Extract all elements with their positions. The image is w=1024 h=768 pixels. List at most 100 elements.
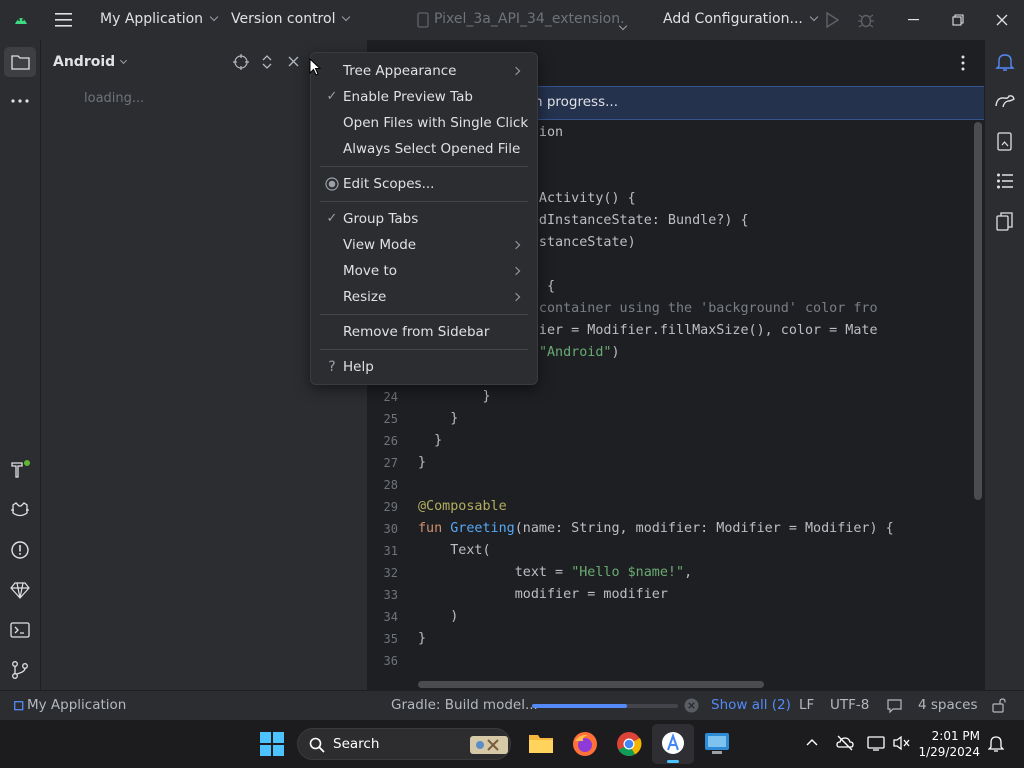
run-config-selector[interactable]: Add Configuration... (663, 11, 819, 27)
line-number: 33 (383, 588, 398, 602)
chevron-down-icon (209, 12, 219, 22)
android-studio-icon (661, 731, 685, 755)
menu-item-open-files-single-click[interactable]: Open Files with Single Click (317, 110, 531, 136)
menu-item-help[interactable]: ? Help (317, 354, 531, 380)
menu-separator (320, 314, 528, 315)
code-line: } (418, 631, 427, 646)
menu-item-label: Move to (343, 263, 398, 279)
chevron-right-icon (511, 292, 521, 302)
android-studio-taskbar-button[interactable] (652, 724, 694, 764)
run-icon[interactable] (825, 12, 839, 28)
locate-file-icon[interactable] (233, 54, 249, 70)
inspection-widget-icon[interactable] (887, 699, 902, 713)
code-line: @Composable (418, 499, 507, 514)
run-config-label: Add Configuration... (663, 11, 803, 27)
gradle-icon[interactable] (994, 92, 1016, 110)
version-control-icon[interactable] (11, 660, 29, 680)
logcat-icon[interactable] (10, 501, 30, 519)
vertical-scrollbar[interactable] (974, 122, 982, 500)
line-number: 36 (383, 654, 398, 668)
status-project-name[interactable]: My Application (27, 697, 126, 713)
hide-panel-icon[interactable] (288, 56, 299, 67)
chevron-right-icon (511, 266, 521, 276)
expand-collapse-icon[interactable] (261, 54, 273, 70)
menu-item-move-to[interactable]: Move to (317, 258, 531, 284)
system-clock[interactable]: 2:01 PM 1/29/2024 (918, 728, 980, 760)
title-bar: My Application Version control Pixel_3a_… (0, 0, 1024, 40)
menu-item-label: Always Select Opened File (343, 141, 521, 157)
loading-text: loading... (84, 91, 145, 106)
menu-item-group-tabs[interactable]: ✓ Group Tabs (317, 206, 531, 232)
taskbar-search-box[interactable]: Search (297, 728, 511, 760)
volume-muted-icon[interactable] (893, 735, 911, 751)
code-line: text = "Hello $name!", (418, 565, 693, 580)
network-icon[interactable] (867, 735, 885, 751)
file-explorer-icon[interactable] (528, 732, 554, 754)
device-selector[interactable]: Pixel_3a_API_34_extension... (434, 11, 624, 27)
scope-icon (324, 171, 340, 191)
problems-icon[interactable] (10, 540, 30, 560)
project-view-selector[interactable]: Android (53, 54, 128, 70)
structure-icon[interactable] (996, 172, 1014, 190)
line-number: 25 (383, 412, 398, 426)
more-tools-icon[interactable] (11, 99, 29, 103)
menu-item-tree-appearance[interactable]: Tree Appearance (317, 58, 531, 84)
app-quality-insights-icon[interactable] (10, 581, 30, 599)
clock-time: 2:01 PM (931, 729, 980, 743)
main-menu-icon[interactable] (55, 12, 73, 28)
search-label: Search (333, 736, 380, 752)
menu-item-enable-preview-tab[interactable]: ✓ Enable Preview Tab (317, 84, 531, 110)
cancel-task-icon[interactable] (684, 698, 699, 713)
menu-item-label: View Mode (343, 237, 417, 253)
chrome-icon[interactable] (616, 731, 642, 757)
vcs-selector[interactable]: Version control (231, 11, 351, 27)
menu-item-edit-scopes[interactable]: Edit Scopes... (317, 171, 531, 197)
menu-item-label: Remove from Sidebar (343, 324, 490, 340)
horizontal-scrollbar[interactable] (418, 681, 764, 688)
menu-item-resize[interactable]: Resize (317, 284, 531, 310)
close-window-icon[interactable] (996, 14, 1008, 26)
menu-separator (320, 166, 528, 167)
menu-item-label: Resize (343, 289, 387, 305)
device-manager-icon[interactable] (996, 132, 1014, 152)
start-button-icon[interactable] (260, 732, 284, 756)
notifications-icon[interactable] (995, 52, 1015, 72)
read-only-toggle-icon[interactable] (992, 698, 1006, 713)
running-devices-icon[interactable] (996, 212, 1014, 232)
remote-desktop-icon[interactable] (704, 732, 730, 756)
code-line: fun Greeting(name: String, modifier: Mod… (418, 521, 894, 536)
terminal-icon[interactable] (10, 621, 30, 639)
chevron-right-icon (511, 66, 521, 76)
line-number: 27 (383, 456, 398, 470)
firefox-icon[interactable] (572, 731, 598, 757)
indent-indicator[interactable]: 4 spaces (918, 697, 978, 713)
code-line: } (418, 411, 459, 426)
chevron-up-icon[interactable] (806, 738, 818, 746)
minimize-icon[interactable] (908, 19, 920, 21)
project-selector-label: My Application (100, 11, 204, 27)
menu-item-label: Open Files with Single Click (343, 115, 529, 131)
project-options-menu: Tree Appearance ✓ Enable Preview Tab Ope… (310, 52, 538, 385)
show-all-tasks-link[interactable]: Show all (2) (711, 697, 791, 713)
line-number: 26 (383, 434, 398, 448)
onedrive-icon[interactable] (836, 735, 854, 751)
project-selector[interactable]: My Application (100, 11, 219, 27)
restore-icon[interactable] (952, 14, 964, 26)
encoding-indicator[interactable]: UTF-8 (830, 697, 869, 713)
menu-item-view-mode[interactable]: View Mode (317, 232, 531, 258)
menu-item-always-select-opened-file[interactable]: Always Select Opened File (317, 136, 531, 162)
notification-bell-icon[interactable] (988, 735, 1004, 753)
editor-options-icon[interactable] (961, 55, 965, 71)
line-number: 28 (383, 478, 398, 492)
checkmark-icon: ✓ (326, 211, 338, 226)
code-line: } (418, 389, 491, 404)
code-line: ) (418, 609, 459, 624)
background-task-label[interactable]: Gradle: Build model... (391, 697, 538, 713)
debug-icon[interactable] (857, 11, 875, 29)
menu-item-remove-from-sidebar[interactable]: Remove from Sidebar (317, 319, 531, 345)
build-icon[interactable] (10, 459, 32, 479)
project-tool-button[interactable] (4, 47, 36, 77)
code-line: Text( (418, 543, 491, 558)
menu-item-label: Enable Preview Tab (343, 89, 473, 105)
line-separator-indicator[interactable]: LF (799, 697, 814, 713)
